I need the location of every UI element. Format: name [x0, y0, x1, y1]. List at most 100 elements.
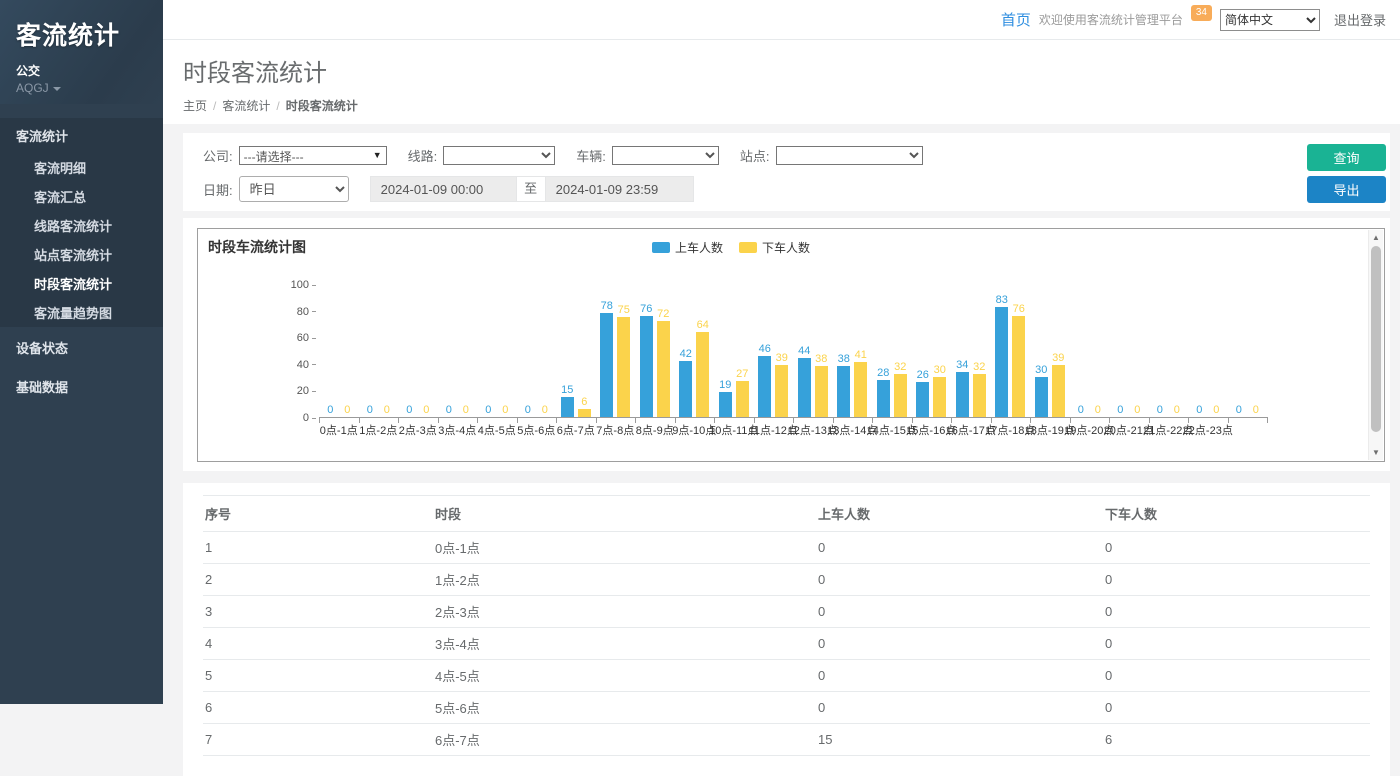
main-content: 公司: ---请选择--- ▼ 线路: 车辆: 站点: 日期:	[163, 124, 1400, 776]
y-axis: 100806040200	[286, 285, 316, 418]
company-label: 公司:	[203, 146, 233, 165]
table-cell: 3	[203, 596, 433, 628]
legend-item[interactable]: 下车人数	[739, 239, 810, 256]
bar-value-label: 76	[1013, 303, 1025, 315]
bar-column: 6	[578, 396, 591, 417]
line-select[interactable]	[443, 146, 555, 165]
x-axis-label: 2点-3点	[399, 422, 437, 438]
table-row: 32点-3点00	[203, 596, 1370, 628]
date-end-input[interactable]	[545, 176, 694, 202]
bar-value-label: 44	[798, 345, 810, 357]
table-cell: 0	[816, 532, 1103, 564]
sidebar-subitem[interactable]: 客流汇总	[0, 182, 163, 211]
bar	[877, 380, 890, 417]
bar-value-label: 0	[406, 404, 412, 416]
bar-column: 0	[1074, 404, 1087, 417]
bar-value-label: 0	[1157, 404, 1163, 416]
scroll-up-icon[interactable]: ▲	[1369, 231, 1383, 244]
chart-legend: 上车人数下车人数	[198, 239, 1264, 256]
sidebar-item-passenger-stats[interactable]: 客流统计	[0, 118, 163, 153]
legend-label: 上车人数	[675, 239, 723, 256]
bar-column: 0	[459, 404, 472, 417]
bar-value-label: 83	[996, 294, 1008, 306]
bar-column: 83	[995, 294, 1008, 417]
y-axis-tick: 100	[291, 279, 316, 291]
bar	[775, 365, 788, 417]
table-cell: 4	[203, 628, 433, 660]
notification-badge[interactable]: 34	[1191, 5, 1212, 21]
bar	[854, 362, 867, 417]
bar-value-label: 0	[463, 404, 469, 416]
sidebar-item-device-status[interactable]: 设备状态	[0, 329, 163, 366]
scroll-down-icon[interactable]: ▼	[1369, 446, 1383, 459]
bar-group: 00	[1228, 285, 1268, 417]
table-cell: 2点-3点	[433, 596, 816, 628]
bar-value-label: 32	[973, 361, 985, 373]
bar-column: 32	[973, 361, 986, 417]
stats-table: 序号时段上车人数下车人数 10点-1点0021点-2点0032点-3点0043点…	[203, 495, 1370, 756]
vehicle-select[interactable]	[612, 146, 719, 165]
bar-group: 004点-5点	[477, 285, 517, 417]
scrollbar-thumb[interactable]	[1371, 246, 1381, 432]
bar-value-label: 75	[618, 304, 630, 316]
station-select[interactable]	[776, 146, 923, 165]
legend-item[interactable]: 上车人数	[652, 239, 723, 256]
sidebar-subitem[interactable]: 客流量趋势图	[0, 298, 163, 327]
sidebar-menu: 客流统计客流明细客流汇总线路客流统计站点客流统计时段客流统计客流量趋势图设备状态…	[0, 118, 163, 405]
bar-group: 837617点-18点	[991, 285, 1031, 417]
bar-value-label: 0	[1253, 404, 1259, 416]
breadcrumb-item[interactable]: 主页	[183, 99, 207, 113]
bar-column: 26	[916, 369, 929, 417]
x-axis-label: 22点-23点	[1183, 422, 1233, 438]
table-row: 21点-2点00	[203, 564, 1370, 596]
sidebar-subitem[interactable]: 站点客流统计	[0, 240, 163, 269]
sidebar-item-base-data[interactable]: 基础数据	[0, 368, 163, 405]
top-header: 首页 欢迎使用客流统计管理平台 34 简体中文 退出登录	[163, 0, 1400, 40]
bar	[640, 316, 653, 417]
bar	[1035, 377, 1048, 417]
bar-value-label: 27	[736, 368, 748, 380]
bar-value-label: 0	[367, 404, 373, 416]
sidebar-subitem[interactable]: 时段客流统计	[0, 269, 163, 298]
home-link[interactable]: 首页	[1001, 9, 1031, 30]
date-preset-select[interactable]: 昨日	[239, 176, 349, 202]
export-button[interactable]: 导出	[1307, 176, 1386, 203]
bar-value-label: 64	[697, 319, 709, 331]
table-cell: 2	[203, 564, 433, 596]
table-cell: 0	[816, 628, 1103, 660]
bar-value-label: 15	[561, 384, 573, 396]
query-button[interactable]: 查询	[1307, 144, 1386, 171]
table-panel: 序号时段上车人数下车人数 10点-1点0021点-2点0032点-3点0043点…	[183, 483, 1390, 776]
bar	[933, 377, 946, 417]
bar-value-label: 0	[446, 404, 452, 416]
bar	[758, 356, 771, 417]
org-code-dropdown[interactable]: AQGJ	[16, 81, 147, 95]
bar-column: 39	[775, 352, 788, 417]
chart-scrollbar[interactable]: ▲ ▼	[1368, 230, 1383, 460]
bar	[719, 392, 732, 417]
bar-column: 0	[499, 404, 512, 417]
bar-group: 384113点-14点	[833, 285, 873, 417]
x-axis-label: 0点-1点	[320, 422, 358, 438]
bar-column: 39	[1052, 352, 1065, 417]
bar-group: 000点-1点	[319, 285, 359, 417]
bar	[894, 374, 907, 417]
company-select[interactable]: ---请选择--- ▼	[239, 146, 387, 165]
bar-value-label: 39	[776, 352, 788, 364]
table-header: 序号	[203, 496, 433, 532]
sidebar-subitem[interactable]: 客流明细	[0, 153, 163, 182]
legend-swatch	[652, 242, 670, 253]
language-select[interactable]: 简体中文	[1220, 9, 1320, 31]
date-start-input[interactable]	[370, 176, 517, 202]
bar	[600, 313, 613, 417]
bar-value-label: 0	[525, 404, 531, 416]
bar-group: 78757点-8点	[596, 285, 636, 417]
logout-link[interactable]: 退出登录	[1334, 10, 1386, 29]
bar-value-label: 0	[502, 404, 508, 416]
bar-column: 64	[696, 319, 709, 417]
sidebar-subitem[interactable]: 线路客流统计	[0, 211, 163, 240]
bar-column: 76	[640, 303, 653, 417]
breadcrumb-item[interactable]: 客流统计	[222, 99, 270, 113]
station-label: 站点:	[740, 146, 770, 165]
bar-value-label: 0	[1236, 404, 1242, 416]
